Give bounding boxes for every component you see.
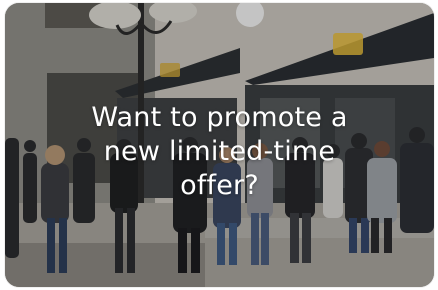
headline-line-3: offer? (180, 170, 259, 201)
promo-card[interactable]: Want to promote a new limited-time offer… (5, 3, 434, 287)
promo-headline: Want to promote a new limited-time offer… (5, 101, 434, 203)
headline-line-2: new limited-time (103, 136, 336, 167)
headline-line-1: Want to promote a (91, 102, 348, 133)
